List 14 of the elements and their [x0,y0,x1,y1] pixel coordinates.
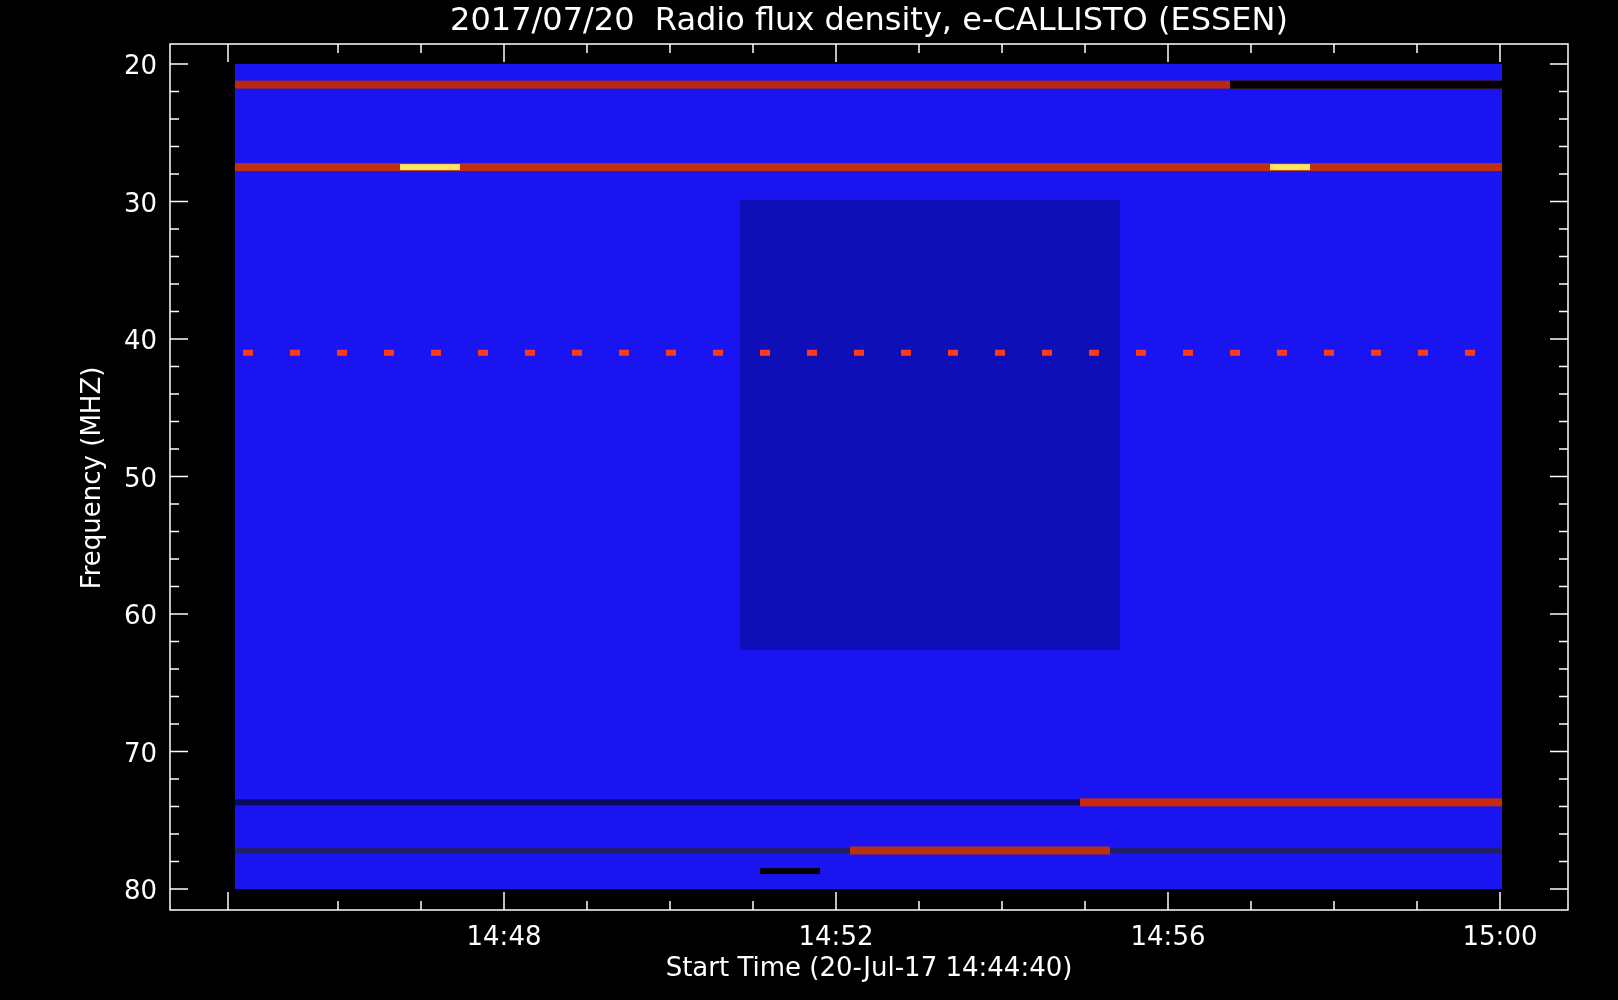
tick-label: 14:56 [1130,921,1206,951]
tick-label: 80 [123,875,157,905]
tick-label: 30 [123,187,157,218]
axis-label: Start Time (20-Jul-17 14:44:40) [665,952,1073,982]
plot-title: 2017/07/20 Radio flux density, e-CALLISTO (ESSEN) [450,0,1288,38]
tick-label: 14:48 [466,921,542,951]
tick-label: 50 [123,462,157,493]
tick-label: 70 [123,737,157,768]
tick-label: 20 [123,50,157,80]
tick-label: 15:00 [1462,921,1538,951]
tick-label: 60 [123,600,157,630]
axis-label: Frequency (MHZ) [76,366,106,590]
tick-label: 14:52 [798,921,874,951]
tick-label: 40 [123,325,157,355]
